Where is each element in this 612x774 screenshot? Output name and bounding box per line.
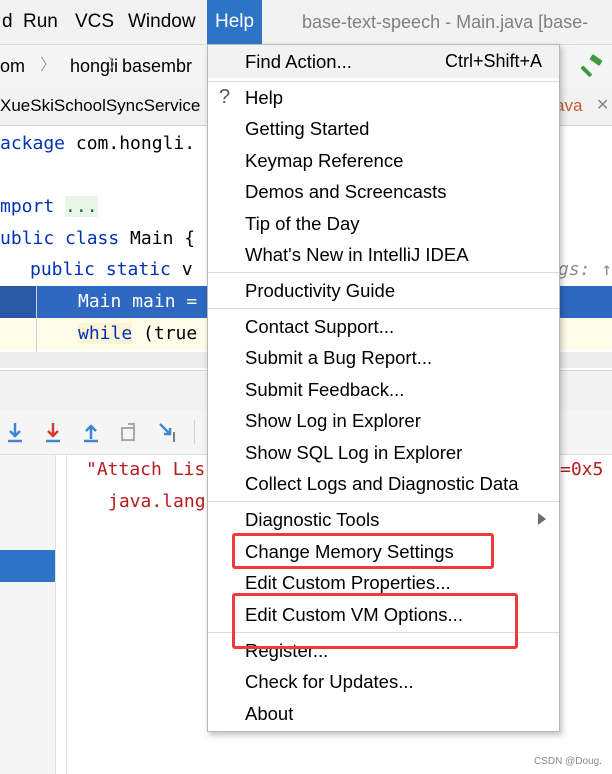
- breadcrumb-item[interactable]: om: [0, 45, 25, 87]
- highlight-box-vm-options: [232, 593, 518, 649]
- code-line: mport ...: [0, 196, 98, 217]
- menu-item-show-sql-log[interactable]: Show SQL Log in Explorer: [245, 437, 462, 468]
- menu-item-tip-of-the-day[interactable]: Tip of the Day: [245, 208, 359, 239]
- menu-run[interactable]: Run: [23, 0, 58, 44]
- menu-item-diagnostic-tools[interactable]: Diagnostic Tools: [245, 504, 379, 535]
- code-line: ublic class Main {: [0, 228, 196, 249]
- indent-guide: [36, 286, 37, 352]
- run-to-cursor-icon[interactable]: [156, 420, 178, 444]
- watermark: CSDN @Doug.: [534, 756, 602, 767]
- help-question-icon: ?: [219, 86, 231, 108]
- menu-item-getting-started[interactable]: Getting Started: [245, 113, 369, 144]
- menu-item-keymap-reference[interactable]: Keymap Reference: [245, 145, 403, 176]
- help-menu: Find Action... Ctrl+Shift+A ? Help Getti…: [207, 44, 560, 732]
- drop-frame-icon[interactable]: [118, 420, 140, 444]
- tab-xueskischoolsyncservice[interactable]: XueSkiSchoolSyncService: [0, 87, 200, 125]
- toolbar-divider: [194, 420, 195, 444]
- menu-item-demos-screencasts[interactable]: Demos and Screencasts: [245, 176, 447, 207]
- menu-vcs[interactable]: VCS: [75, 0, 114, 44]
- build-hammer-icon[interactable]: [580, 53, 606, 79]
- menu-item-about[interactable]: About: [245, 698, 293, 729]
- selected-frame[interactable]: [0, 550, 55, 582]
- find-action-shortcut: Ctrl+Shift+A: [444, 51, 542, 71]
- chevron-right-icon: 〉: [40, 57, 57, 74]
- code-line: Main main =: [78, 291, 198, 312]
- window-title: base-text-speech - Main.java [base-: [302, 12, 589, 32]
- menu-item-check-updates[interactable]: Check for Updates...: [245, 666, 414, 697]
- step-over-icon[interactable]: [4, 420, 26, 444]
- menu-item-productivity-guide[interactable]: Productivity Guide: [245, 275, 395, 306]
- console-gutter: [66, 455, 67, 774]
- menu-separator: [208, 308, 559, 309]
- menu-item-submit-feedback[interactable]: Submit Feedback...: [245, 374, 404, 405]
- menu-item-submit-bug-report[interactable]: Submit a Bug Report...: [245, 342, 432, 373]
- force-step-into-icon[interactable]: [42, 420, 64, 444]
- code-line: public static v: [30, 259, 193, 280]
- console-line: java.lang: [108, 491, 206, 512]
- menu-item-show-log[interactable]: Show Log in Explorer: [245, 405, 421, 436]
- menu-code[interactable]: d: [2, 0, 13, 44]
- folded-imports[interactable]: ...: [65, 196, 98, 217]
- console-line: "Attach Lis: [86, 459, 206, 480]
- menu-separator: [208, 501, 559, 502]
- menu-separator: [208, 272, 559, 273]
- menu-help[interactable]: Help: [207, 0, 263, 44]
- menu-bar: d Run VCS Window Help base-text-speech -…: [0, 0, 612, 44]
- breadcrumb-item[interactable]: basembr: [122, 45, 192, 87]
- menu-item-help[interactable]: Help: [245, 82, 283, 113]
- parameter-hint: gs: ↑: [558, 259, 612, 280]
- submenu-arrow-icon: [538, 513, 546, 525]
- highlight-box-memory-settings: [232, 533, 494, 569]
- menu-item-whats-new[interactable]: What's New in IntelliJ IDEA: [245, 239, 469, 270]
- code-line: ackage com.hongli.: [0, 133, 196, 154]
- step-out-icon[interactable]: [80, 420, 102, 444]
- menu-item-find-action[interactable]: Find Action...: [245, 46, 352, 77]
- menu-item-contact-support[interactable]: Contact Support...: [245, 311, 394, 342]
- menu-item-collect-logs[interactable]: Collect Logs and Diagnostic Data: [245, 468, 519, 499]
- code-line: while (true: [78, 323, 198, 344]
- close-icon[interactable]: ✕: [596, 87, 609, 125]
- frames-list[interactable]: [0, 455, 56, 774]
- console-line-tail: =0x5: [560, 459, 604, 480]
- menu-window[interactable]: Window: [128, 0, 196, 44]
